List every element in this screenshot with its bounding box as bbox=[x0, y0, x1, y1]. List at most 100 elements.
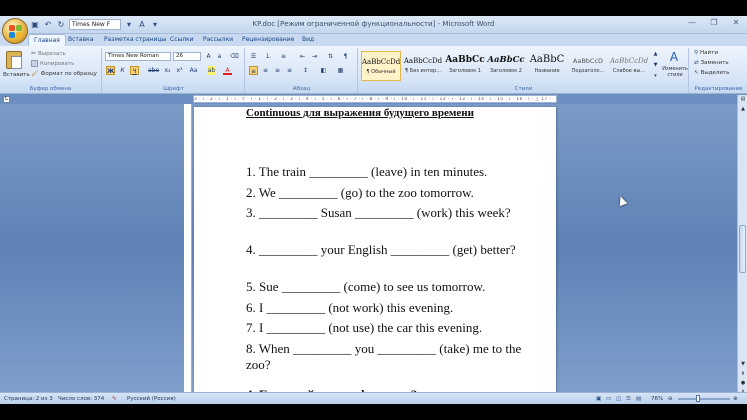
exercise-line-6: 6. I _________ (not work) this evening. bbox=[246, 300, 454, 315]
cut-button[interactable]: ✂ Вырезать bbox=[31, 50, 66, 57]
exercise-line-2: 2. We _________ (go) to the zoo tomorrow… bbox=[246, 185, 474, 200]
font-color-icon[interactable]: A bbox=[223, 66, 232, 75]
replace-icon: ⇄ bbox=[694, 60, 699, 66]
spellcheck-icon[interactable]: ✎ bbox=[112, 396, 117, 402]
minimize-icon[interactable]: — bbox=[685, 18, 699, 27]
zoom-in-icon[interactable]: ⊕ bbox=[733, 396, 738, 402]
select-button[interactable]: ↖ Выделить bbox=[694, 70, 729, 76]
style-name: ¶ Обычный bbox=[366, 69, 396, 75]
outline-icon[interactable]: ☰ bbox=[626, 396, 631, 402]
grow-font-icon[interactable]: A bbox=[204, 52, 213, 61]
document-page[interactable]: Continuous для выражения будущего времен… bbox=[194, 107, 556, 402]
style-sample: AaBbC bbox=[529, 54, 565, 65]
style-heading-1[interactable]: AaBbCc Заголовок 1 bbox=[445, 51, 485, 81]
restore-icon[interactable]: ❐ bbox=[707, 18, 721, 27]
cut-label: Вырезать bbox=[38, 50, 66, 57]
zoom-out-icon[interactable]: ⊖ bbox=[668, 396, 673, 402]
align-left-icon[interactable]: ≡ bbox=[249, 66, 258, 75]
font-size-combo[interactable]: 26 bbox=[173, 52, 201, 61]
style-subtitle[interactable]: AaBbCcD Подзаголо... bbox=[568, 51, 608, 81]
increase-indent-icon[interactable]: ⇥ bbox=[310, 52, 319, 61]
decrease-indent-icon[interactable]: ⇤ bbox=[298, 52, 307, 61]
subscript-icon[interactable]: x₂ bbox=[163, 66, 172, 75]
page-counter[interactable]: Страница: 2 из 3 bbox=[4, 396, 53, 402]
styles-scroll-up-icon[interactable]: ▲ bbox=[651, 50, 660, 59]
format-painter-button[interactable]: 🖌 Формат по образцу bbox=[31, 70, 97, 77]
superscript-icon[interactable]: x² bbox=[175, 66, 184, 75]
replace-button[interactable]: ⇄ Заменить bbox=[694, 60, 729, 66]
change-case-icon[interactable]: Aa bbox=[189, 66, 198, 75]
align-center-icon[interactable]: ≡ bbox=[261, 66, 270, 75]
shading-icon[interactable]: ◧ bbox=[319, 66, 328, 75]
styles-label: Стили bbox=[514, 86, 533, 92]
copy-icon bbox=[31, 60, 38, 67]
bold-icon[interactable]: Ж bbox=[106, 66, 115, 75]
tab-insert[interactable]: Вставка bbox=[68, 36, 93, 43]
zoom-level[interactable]: 76% bbox=[651, 396, 663, 402]
shrink-font-icon[interactable]: a bbox=[215, 52, 224, 61]
tab-page-layout[interactable]: Разметка страницы bbox=[104, 36, 166, 43]
paste-button[interactable]: Вставить bbox=[3, 72, 30, 78]
vertical-scrollbar[interactable]: ▤ ▲ ▼ ⇞ ● ⇟ bbox=[737, 95, 747, 404]
bullets-icon[interactable]: ☰ bbox=[249, 52, 258, 61]
style-title[interactable]: AaBbC Название bbox=[527, 51, 567, 81]
numbering-icon[interactable]: ⒈ bbox=[264, 52, 273, 61]
multilevel-list-icon[interactable]: ≡ bbox=[279, 52, 288, 61]
change-styles-icon[interactable]: A bbox=[667, 50, 681, 64]
browse-object-icon[interactable]: ● bbox=[738, 379, 747, 387]
italic-icon[interactable]: К bbox=[118, 66, 127, 75]
paste-icon[interactable] bbox=[6, 51, 22, 69]
close-icon[interactable]: ✕ bbox=[729, 18, 743, 27]
language-indicator[interactable]: Русский (Россия) bbox=[127, 396, 176, 402]
justify-icon[interactable]: ≡ bbox=[285, 66, 294, 75]
full-screen-icon[interactable]: ▭ bbox=[606, 396, 611, 402]
office-button[interactable] bbox=[2, 18, 28, 44]
horizontal-ruler[interactable]: 3 · ı · 2 · ı · 1 · ı · ▽ · ı · 1 · ı · … bbox=[193, 95, 557, 103]
style-heading-2[interactable]: AaBbCc Заголовок 2 bbox=[486, 51, 526, 81]
style-name: Название bbox=[534, 68, 560, 74]
sort-icon[interactable]: ⇅ bbox=[326, 52, 335, 61]
underline-icon[interactable]: Ч bbox=[130, 66, 139, 75]
window-title: KP.doc [Режим ограниченной функционально… bbox=[252, 20, 495, 28]
style-sample: AaBbCc bbox=[445, 55, 485, 65]
copy-button[interactable]: Копировать bbox=[31, 60, 74, 67]
binoculars-icon: ⚲ bbox=[694, 50, 699, 56]
web-layout-icon[interactable]: ◫ bbox=[616, 396, 621, 402]
status-bar: Страница: 2 из 3 Число слов: 374 ✎ Русск… bbox=[0, 392, 747, 404]
vertical-ruler[interactable] bbox=[184, 104, 192, 392]
select-arrow-icon: ↖ bbox=[694, 70, 699, 76]
scroll-down-icon[interactable]: ▼ bbox=[738, 360, 747, 368]
pilcrow-icon[interactable]: ¶ bbox=[341, 52, 350, 61]
tab-home[interactable]: Главная bbox=[28, 34, 66, 46]
borders-icon[interactable]: ▦ bbox=[336, 66, 345, 75]
prev-page-icon[interactable]: ⇞ bbox=[738, 370, 747, 378]
scroll-thumb[interactable] bbox=[739, 225, 746, 273]
style-name: Заголовок 2 bbox=[489, 68, 522, 74]
font-name-combo[interactable]: Times New Roman bbox=[105, 52, 171, 61]
print-layout-icon[interactable]: ▣ bbox=[596, 396, 601, 402]
tab-selector-icon[interactable]: L bbox=[3, 96, 10, 103]
align-right-icon[interactable]: ≡ bbox=[273, 66, 282, 75]
draft-icon[interactable]: ▤ bbox=[636, 396, 641, 402]
find-button[interactable]: ⚲ Найти bbox=[694, 50, 718, 56]
zoom-slider[interactable] bbox=[678, 398, 730, 400]
tab-references[interactable]: Ссылки bbox=[170, 36, 194, 43]
style-no-spacing[interactable]: AaBbCcDd ¶ Без интер... bbox=[403, 51, 443, 81]
zoom-slider-knob[interactable] bbox=[696, 395, 700, 402]
highlight-icon[interactable]: ab bbox=[207, 66, 216, 75]
scroll-up-icon[interactable]: ▲ bbox=[738, 105, 747, 113]
tab-review[interactable]: Рецензирование bbox=[242, 36, 294, 43]
replace-label: Заменить bbox=[700, 60, 729, 66]
ruler-toggle-icon[interactable]: ▤ bbox=[738, 95, 747, 103]
strikethrough-icon[interactable]: abe bbox=[148, 66, 159, 75]
line-spacing-icon[interactable]: ↕ bbox=[301, 66, 310, 75]
clear-format-icon[interactable]: ⌫ bbox=[230, 52, 239, 61]
style-normal[interactable]: AaBbCcDd ¶ Обычный bbox=[361, 51, 401, 81]
tab-view[interactable]: Вид bbox=[302, 36, 314, 43]
exercise-line-5: 5. Sue _________ (come) to see us tomorr… bbox=[246, 279, 486, 294]
change-styles-button[interactable]: Изменить стили bbox=[659, 66, 691, 78]
word-count[interactable]: Число слов: 374 bbox=[58, 396, 104, 402]
tab-mailings[interactable]: Рассылки bbox=[203, 36, 233, 43]
scissors-icon: ✂ bbox=[31, 50, 37, 57]
style-subtle-emphasis[interactable]: AaBbCcDd Слабое вы... bbox=[609, 51, 649, 81]
